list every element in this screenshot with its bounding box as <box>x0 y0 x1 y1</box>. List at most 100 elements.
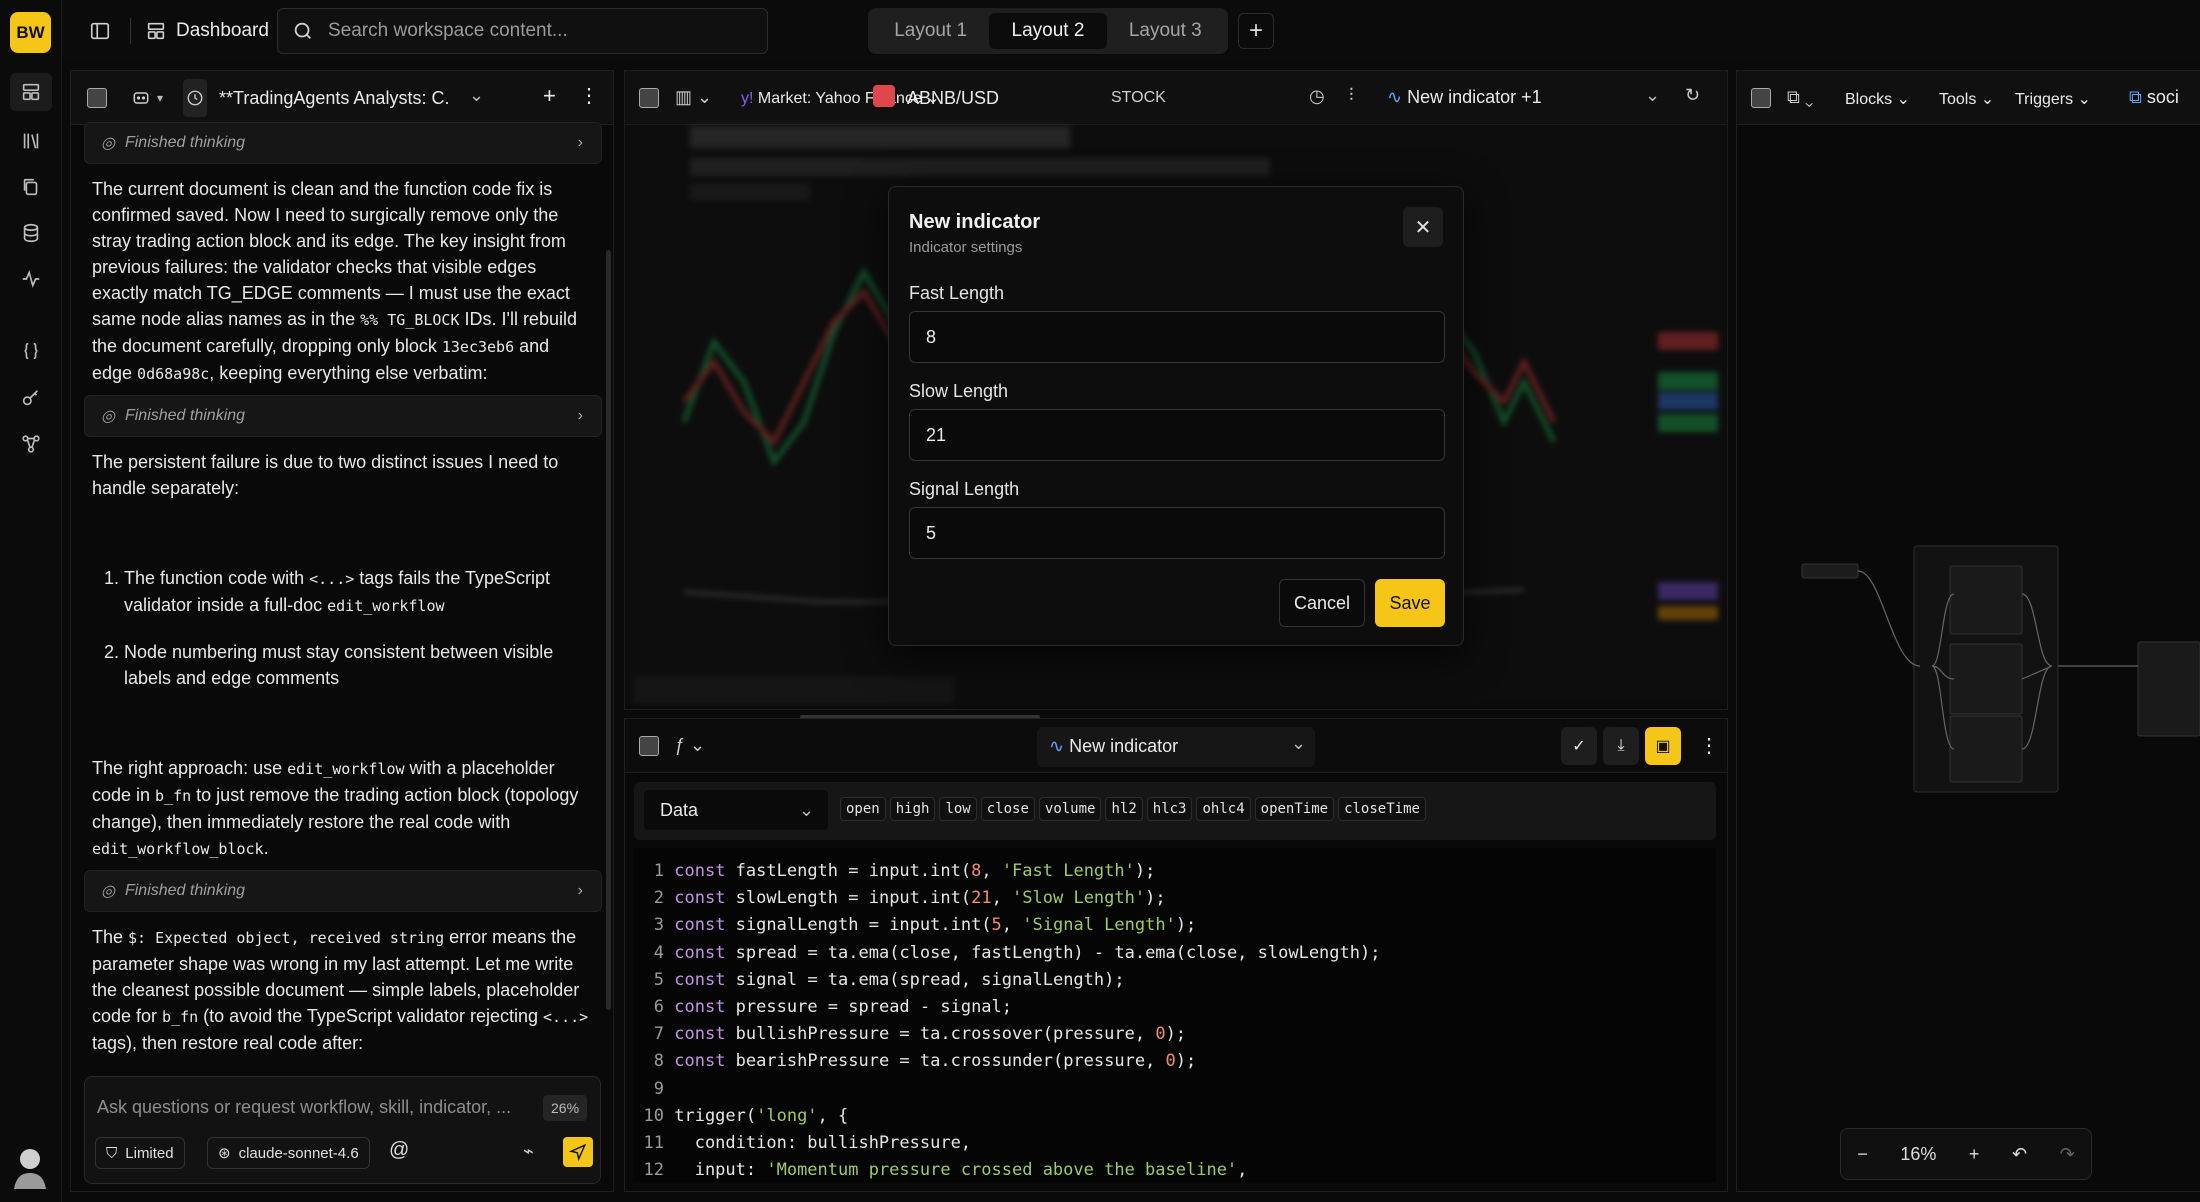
save-button[interactable]: Save <box>1375 579 1445 627</box>
redo-icon[interactable]: ↷ <box>2060 1144 2075 1165</box>
send-icon <box>569 1143 587 1161</box>
list-item: Node numbering must stay consistent betw… <box>124 639 594 691</box>
finished-thinking-toggle[interactable]: ◎ Finished thinking › <box>84 122 602 164</box>
indicator-label: New indicator +1 <box>1407 87 1542 107</box>
chat-scrollbar[interactable] <box>606 250 611 1010</box>
tab-layout-1[interactable]: Layout 1 <box>872 13 989 49</box>
thinking-icon: ◎ <box>101 883 115 900</box>
field-tag[interactable]: low <box>939 797 977 821</box>
refresh-icon[interactable]: ↻ <box>1685 85 1700 106</box>
script-icon[interactable]: ƒ ⌄ <box>675 735 705 756</box>
chat-input[interactable]: Ask questions or request workflow, skill… <box>97 1097 517 1118</box>
history-icon[interactable] <box>185 88 205 108</box>
tab-layout-3[interactable]: Layout 3 <box>1107 13 1224 49</box>
chat-messages[interactable]: ◎ Finished thinking › The current document… <box>84 116 602 1070</box>
history-icon[interactable]: ◷ <box>1309 86 1325 107</box>
integrations-icon[interactable] <box>17 430 45 458</box>
add-layout-button[interactable]: + <box>1238 13 1274 49</box>
chevron-down-icon[interactable]: ⌄ <box>469 85 484 106</box>
code-line: 12 input: 'Momentum pressure crossed abo… <box>643 1160 1248 1181</box>
search-icon <box>294 22 311 39</box>
tab-social[interactable]: ⧉ soci <box>2129 87 2179 108</box>
braces-icon[interactable] <box>17 337 45 365</box>
symbol-selector[interactable]: ABNB/USD <box>907 88 999 109</box>
download-icon[interactable]: ⤓ <box>1603 727 1639 765</box>
send-button[interactable] <box>563 1137 593 1167</box>
new-indicator-dialog: New indicator Indicator settings ✕ Fast … <box>888 186 1464 646</box>
indicator-selector[interactable]: ∿ New indicator +1 <box>1387 87 1667 108</box>
code-line: 6 const pressure = spread - signal; <box>653 996 1013 1017</box>
field-tag[interactable]: high <box>889 797 936 821</box>
field-tag[interactable]: closeTime <box>1338 797 1426 821</box>
dashboard-icon[interactable] <box>10 73 52 111</box>
save-icon[interactable]: ▣ <box>1645 727 1681 765</box>
workflow-canvas[interactable] <box>1742 124 2200 1202</box>
field-tag[interactable]: hlc3 <box>1146 797 1193 821</box>
field-tag[interactable]: open <box>840 797 886 821</box>
zoom-in-button[interactable]: + <box>1969 1144 1980 1165</box>
documents-icon[interactable] <box>17 173 45 201</box>
assistant-list: The function code with <...> tags fails … <box>84 565 602 691</box>
library-icon[interactable] <box>17 127 45 155</box>
triggers-menu[interactable]: Triggers ⌄ <box>2015 89 2091 109</box>
attach-icon[interactable]: ⌁ <box>523 1141 534 1162</box>
toggle-sidebar-icon[interactable] <box>84 15 116 47</box>
assistant-message: The right approach: use edit_workflow wi… <box>92 758 579 858</box>
shapes-icon[interactable]: ⧉ ⌄ <box>1787 87 1813 108</box>
cancel-button[interactable]: Cancel <box>1279 579 1365 627</box>
chevron-down-icon: ⌄ <box>798 800 814 820</box>
panel-select-checkbox[interactable] <box>87 88 107 108</box>
panel-select-checkbox[interactable] <box>1751 88 1771 108</box>
field-tag[interactable]: volume <box>1038 797 1102 821</box>
panel-select-checkbox[interactable] <box>639 88 659 108</box>
search-input[interactable]: Search workspace content... <box>277 8 768 54</box>
field-tag[interactable]: ohlc4 <box>1196 797 1251 821</box>
code-editor[interactable]: 1 const fastLength = input.int(8, 'Fast … <box>634 848 1716 1182</box>
user-avatar[interactable]: BW <box>10 12 51 53</box>
zoom-out-button[interactable]: − <box>1857 1144 1868 1165</box>
more-options-icon[interactable]: ⋮ <box>579 83 599 108</box>
panel-select-checkbox[interactable] <box>639 736 659 756</box>
finished-thinking-toggle[interactable]: ◎ Finished thinking › <box>84 870 602 912</box>
slow-length-input[interactable]: 21 <box>909 409 1445 461</box>
thinking-label: Finished thinking <box>124 882 246 899</box>
chevron-down-icon[interactable]: ⌄ <box>1645 85 1660 106</box>
indicator-icon: ∿ <box>1049 736 1065 756</box>
field-tag[interactable]: close <box>980 797 1035 821</box>
candles-icon[interactable]: ⫶ <box>1349 85 1354 106</box>
close-icon[interactable]: ✕ <box>1403 207 1443 247</box>
chat-session-title[interactable]: **TradingAgents Analysts: C... <box>219 88 449 109</box>
tab-layout-2[interactable]: Layout 2 <box>989 13 1107 49</box>
mention-button[interactable]: @ <box>389 1139 409 1162</box>
code-line: 4 const spread = ta.ema(close, fastLengt… <box>653 942 1381 963</box>
field-tags: open high low close volume hl2 hlc3 ohlc4 openTi… <box>840 797 1430 821</box>
chart-type-icon[interactable]: ▥ ⌄ <box>675 87 712 108</box>
key-icon[interactable] <box>17 384 45 412</box>
access-level-button[interactable]: ⛉ Limited <box>95 1137 185 1169</box>
chat-bot-icon[interactable]: ▾ <box>123 84 171 112</box>
database-icon[interactable] <box>17 219 45 247</box>
code-line: 7 const bullishPressure = ta.crossover(p… <box>653 1024 1187 1045</box>
fast-length-input[interactable]: 8 <box>909 311 1445 363</box>
new-chat-button[interactable]: + <box>543 83 556 109</box>
field-tag[interactable]: hl2 <box>1105 797 1143 821</box>
more-options-icon[interactable]: ⋮ <box>1699 733 1719 758</box>
user-profile-icon[interactable] <box>10 1145 50 1189</box>
thinking-icon: ◎ <box>101 135 115 152</box>
signal-length-input[interactable]: 5 <box>909 507 1445 559</box>
workflow-panel-header: ⧉ ⌄ Blocks ⌄ Tools ⌄ Triggers ⌄ ⧉ soci <box>1737 71 2200 125</box>
finished-thinking-toggle[interactable]: ◎ Finished thinking › <box>84 395 602 437</box>
code-line: 10 trigger('long', { <box>643 1105 849 1126</box>
model-selector[interactable]: ⊛ claude-sonnet-4.6 <box>207 1137 370 1169</box>
code-line: 2 const slowLength = input.int(21, 'Slow… <box>653 888 1166 909</box>
blocks-menu[interactable]: Blocks ⌄ <box>1845 89 1910 109</box>
code-line: 3 const signalLength = input.int(5, 'Sig… <box>653 915 1197 936</box>
chevron-right-icon: › <box>577 407 583 424</box>
tools-menu[interactable]: Tools ⌄ <box>1939 89 1994 109</box>
check-icon[interactable]: ✓ <box>1561 727 1597 765</box>
field-tag[interactable]: openTime <box>1254 797 1335 821</box>
data-source-select[interactable]: Data ⌄ <box>644 790 828 830</box>
undo-icon[interactable]: ↶ <box>2012 1144 2027 1165</box>
dialog-title: New indicator <box>909 211 1041 233</box>
activity-icon[interactable] <box>17 265 45 293</box>
